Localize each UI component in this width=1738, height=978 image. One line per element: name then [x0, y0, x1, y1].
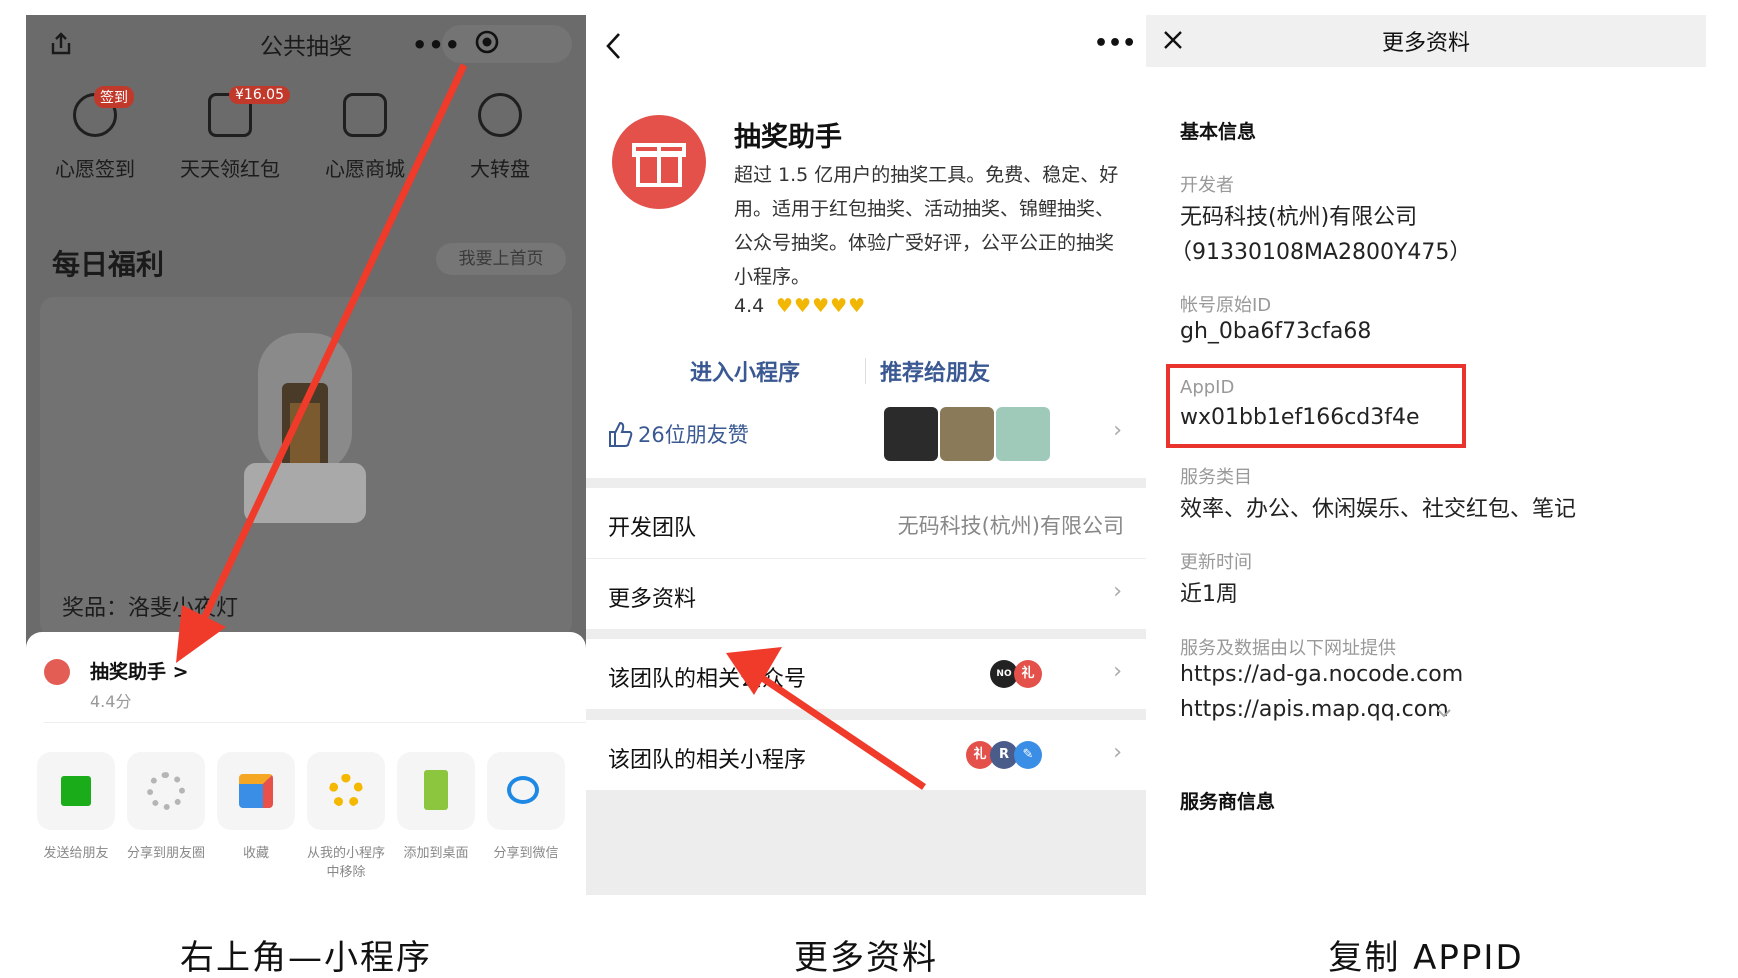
appid-value[interactable]: wx01bb1ef166cd3f4e	[1180, 405, 1420, 430]
original-id-label: 帐号原始ID	[1180, 295, 1272, 316]
caption-step-2: 更多资料	[794, 938, 938, 978]
category-value: 效率、办公、休闲娱乐、社交红包、笔记	[1180, 497, 1577, 522]
caption-step-3: 复制 APPID	[1328, 938, 1524, 978]
domain-item: https://apis.map.qq.com	[1180, 697, 1449, 722]
category-label: 服务类目	[1180, 467, 1252, 488]
annotation-arrow	[726, 647, 926, 790]
miniprogram-panel: 公共抽奖 ••• 签到 心愿签到 ¥16.05 天天领红包 心愿商城 大转盘 每…	[26, 15, 586, 895]
basic-info-heading: 基本信息	[1180, 121, 1257, 143]
domains-label: 服务及数据由以下网址提供	[1180, 638, 1396, 659]
developer-label: 开发者	[1180, 175, 1234, 196]
info-content: 基本信息 开发者 无码科技(杭州)有限公司 （91330108MA2800Y47…	[1146, 67, 1706, 895]
nav-bar: 更多资料	[1146, 15, 1706, 67]
original-id-value[interactable]: gh_0ba6f73cfa68	[1180, 319, 1371, 344]
domain-item: https://ad-ga.nocode.com	[1180, 662, 1464, 687]
caption-step-1: 右上角—小程序	[180, 938, 432, 978]
update-time-label: 更新时间	[1180, 552, 1252, 573]
developer-code: （91330108MA2800Y475）	[1170, 240, 1472, 265]
appid-label: AppID	[1180, 377, 1235, 398]
developer-value: 无码科技(杭州)有限公司	[1180, 205, 1418, 230]
more-info-panel: 更多资料 基本信息 开发者 无码科技(杭州)有限公司 （91330108MA28…	[1146, 15, 1706, 895]
page-title: 更多资料	[1381, 31, 1470, 56]
update-time-value: 近1周	[1180, 582, 1238, 607]
miniprogram-profile-panel: ••• 抽奖助手 超过 1.5 亿用户的抽奖工具。免费、稳定、好用。适用于红包抽…	[586, 15, 1146, 895]
chevron-down-icon[interactable]	[1436, 707, 1452, 719]
provider-info-heading: 服务商信息	[1180, 791, 1276, 813]
annotation-arrow	[176, 63, 468, 663]
